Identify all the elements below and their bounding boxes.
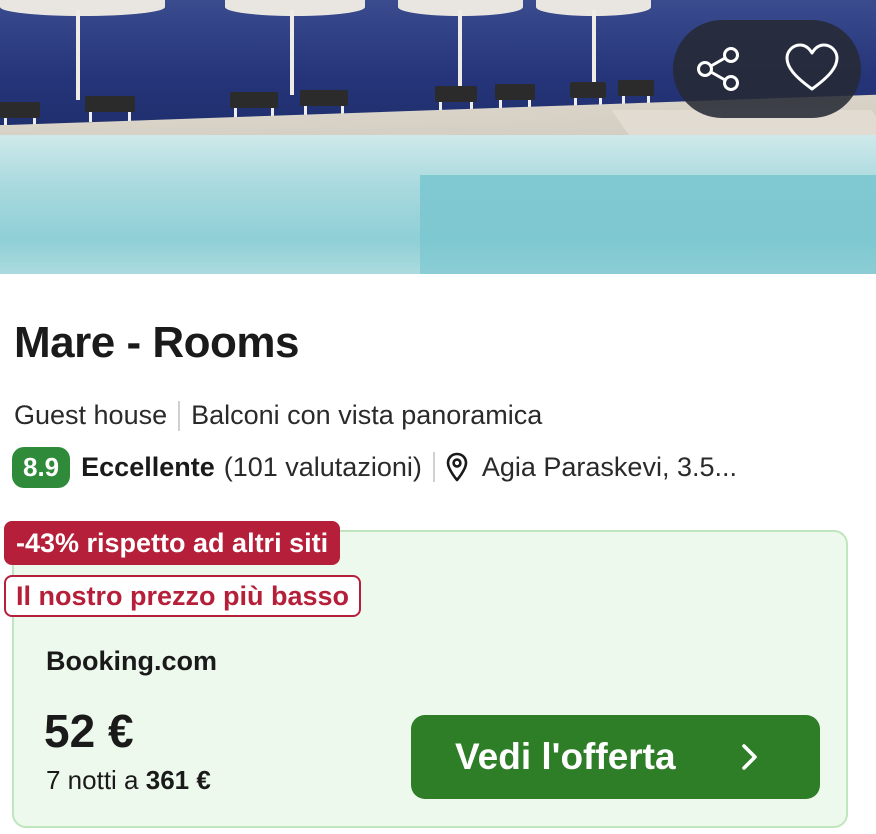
heart-icon xyxy=(785,43,839,91)
hotel-photo[interactable] xyxy=(0,0,876,274)
photo-umbrella-pole xyxy=(290,10,294,95)
location-pin-icon xyxy=(446,452,468,482)
listing-title[interactable]: Mare - Rooms xyxy=(14,318,299,368)
hero-actions xyxy=(673,20,861,118)
photo-lounger xyxy=(495,84,535,110)
rating-location-row: 8.9 Eccellente (101 valutazioni) Agia Pa… xyxy=(12,446,737,488)
view-deal-button[interactable]: Vedi l'offerta xyxy=(411,715,820,799)
share-icon xyxy=(697,47,739,91)
photo-lounger xyxy=(300,90,348,116)
discount-badge: -43% rispetto ad altri siti xyxy=(4,521,341,565)
view-deal-label: Vedi l'offerta xyxy=(455,736,676,777)
feature-highlight: Balconi con vista panoramica xyxy=(191,400,543,430)
photo-lounger xyxy=(85,96,135,122)
photo-lounger xyxy=(0,102,40,128)
chevron-right-icon xyxy=(742,744,757,770)
photo-lounger xyxy=(570,82,606,108)
property-type: Guest house xyxy=(14,400,168,430)
rating-score-badge: 8.9 xyxy=(12,446,71,488)
share-button[interactable] xyxy=(691,39,751,99)
photo-umbrella-pole xyxy=(76,10,80,100)
listing-meta: Guest house Balconi con vista panoramica xyxy=(14,400,542,431)
photo-lounger xyxy=(435,86,477,112)
photo-lounger xyxy=(618,80,654,106)
meta-divider xyxy=(432,452,435,482)
stay-prefix: 7 notti a xyxy=(46,765,146,795)
photo-pool-deep xyxy=(420,175,876,274)
nightly-price: 52 € xyxy=(44,705,134,757)
location-text[interactable]: Agia Paraskevi, 3.5... xyxy=(482,452,737,483)
provider-name: Booking.com xyxy=(46,646,218,676)
photo-umbrella-pole xyxy=(458,10,462,90)
stay-total: 7 notti a 361 € xyxy=(46,765,211,796)
favorite-button[interactable] xyxy=(782,39,842,99)
stay-total-amount: 361 € xyxy=(145,765,211,795)
meta-divider xyxy=(178,400,181,431)
photo-umbrella-pole xyxy=(592,10,596,85)
photo-lounger xyxy=(230,92,278,118)
reviews-count[interactable]: (101 valutazioni) xyxy=(224,452,422,483)
lowest-price-badge: Il nostro prezzo più basso xyxy=(4,575,362,617)
rating-label: Eccellente xyxy=(81,451,215,482)
